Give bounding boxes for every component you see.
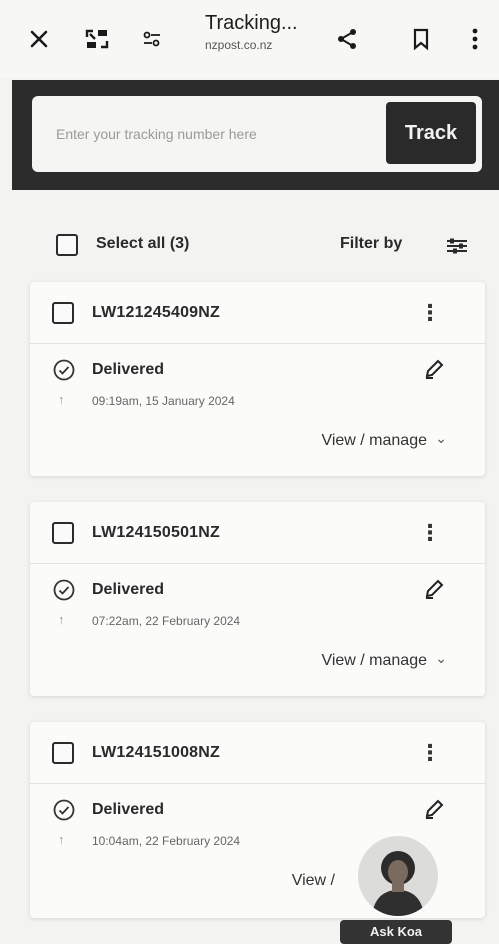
share-icon[interactable] xyxy=(330,22,364,56)
parcel-timestamp: 07:22am, 22 February 2024 xyxy=(92,614,241,628)
arrow-up-icon: ↑ xyxy=(58,832,65,847)
parcel-card-body: Delivered ↑ 07:22am, 22 February 2024 Vi… xyxy=(30,564,485,696)
parcel-tracking-id: LW124151008NZ xyxy=(92,744,221,761)
parcel-status: Delivered xyxy=(92,361,165,378)
parcel-card: LW121245409NZ ⋮ Delivered ↑ 09:19am, 15 … xyxy=(30,282,485,476)
parcel-checkbox[interactable] xyxy=(52,522,74,544)
browser-toolbar: Tracking... nzpost.co.nz xyxy=(0,0,499,78)
parcel-card: LW124150501NZ ⋮ Delivered ↑ 07:22am, 22 … xyxy=(30,502,485,696)
track-button[interactable]: Track xyxy=(386,102,476,164)
bookmark-icon[interactable] xyxy=(404,22,438,56)
page-url: nzpost.co.nz xyxy=(205,38,273,52)
koa-avatar xyxy=(358,836,438,916)
chevron-down-icon[interactable]: ⌄ xyxy=(435,650,447,667)
parcel-checkbox[interactable] xyxy=(52,302,74,324)
tune-icon[interactable] xyxy=(135,22,169,56)
parcel-tracking-id: LW121245409NZ xyxy=(92,304,221,321)
parcel-timestamp: 10:04am, 22 February 2024 xyxy=(92,834,241,848)
chevron-down-icon[interactable]: ⌄ xyxy=(435,430,447,447)
parcel-more-icon[interactable]: ⋮ xyxy=(419,740,441,766)
more-vert-icon[interactable] xyxy=(458,22,492,56)
edit-icon[interactable] xyxy=(423,578,445,600)
edit-icon[interactable] xyxy=(423,358,445,380)
parcel-card-header: LW124151008NZ ⋮ xyxy=(30,722,485,784)
ask-koa-label: Ask Koa xyxy=(340,920,452,944)
ask-koa-button[interactable]: Ask Koa xyxy=(336,836,452,944)
filter-icon[interactable] xyxy=(444,234,470,258)
check-circle-icon xyxy=(52,578,76,602)
parcel-tracking-id: LW124150501NZ xyxy=(92,524,221,541)
parcel-status: Delivered xyxy=(92,801,165,818)
tabs-icon[interactable] xyxy=(80,22,114,56)
view-manage-link[interactable]: View / manage xyxy=(321,652,427,670)
parcel-card-body: Delivered ↑ 09:19am, 15 January 2024 Vie… xyxy=(30,344,485,476)
tracking-search-band: Track xyxy=(12,80,499,190)
close-icon[interactable] xyxy=(22,22,56,56)
select-all-checkbox[interactable] xyxy=(56,234,78,256)
arrow-up-icon: ↑ xyxy=(58,392,65,407)
select-all-label[interactable]: Select all (3) xyxy=(96,235,189,253)
page-title-block[interactable]: Tracking... nzpost.co.nz xyxy=(205,12,325,52)
parcel-timestamp: 09:19am, 15 January 2024 xyxy=(92,394,235,408)
check-circle-icon xyxy=(52,798,76,822)
list-controls: Select all (3) Filter by xyxy=(0,222,499,272)
parcel-more-icon[interactable]: ⋮ xyxy=(419,520,441,546)
arrow-up-icon: ↑ xyxy=(58,612,65,627)
edit-icon[interactable] xyxy=(423,798,445,820)
tracking-search-box: Track xyxy=(32,96,482,172)
tracking-number-input[interactable] xyxy=(56,116,376,152)
check-circle-icon xyxy=(52,358,76,382)
page-title: Tracking... xyxy=(205,12,298,34)
parcel-card-header: LW121245409NZ ⋮ xyxy=(30,282,485,344)
parcel-status: Delivered xyxy=(92,581,165,598)
parcel-checkbox[interactable] xyxy=(52,742,74,764)
parcel-card-header: LW124150501NZ ⋮ xyxy=(30,502,485,564)
view-manage-link[interactable]: View / xyxy=(292,872,335,890)
parcel-more-icon[interactable]: ⋮ xyxy=(419,300,441,326)
view-manage-link[interactable]: View / manage xyxy=(321,432,427,450)
filter-by-label[interactable]: Filter by xyxy=(340,235,402,253)
